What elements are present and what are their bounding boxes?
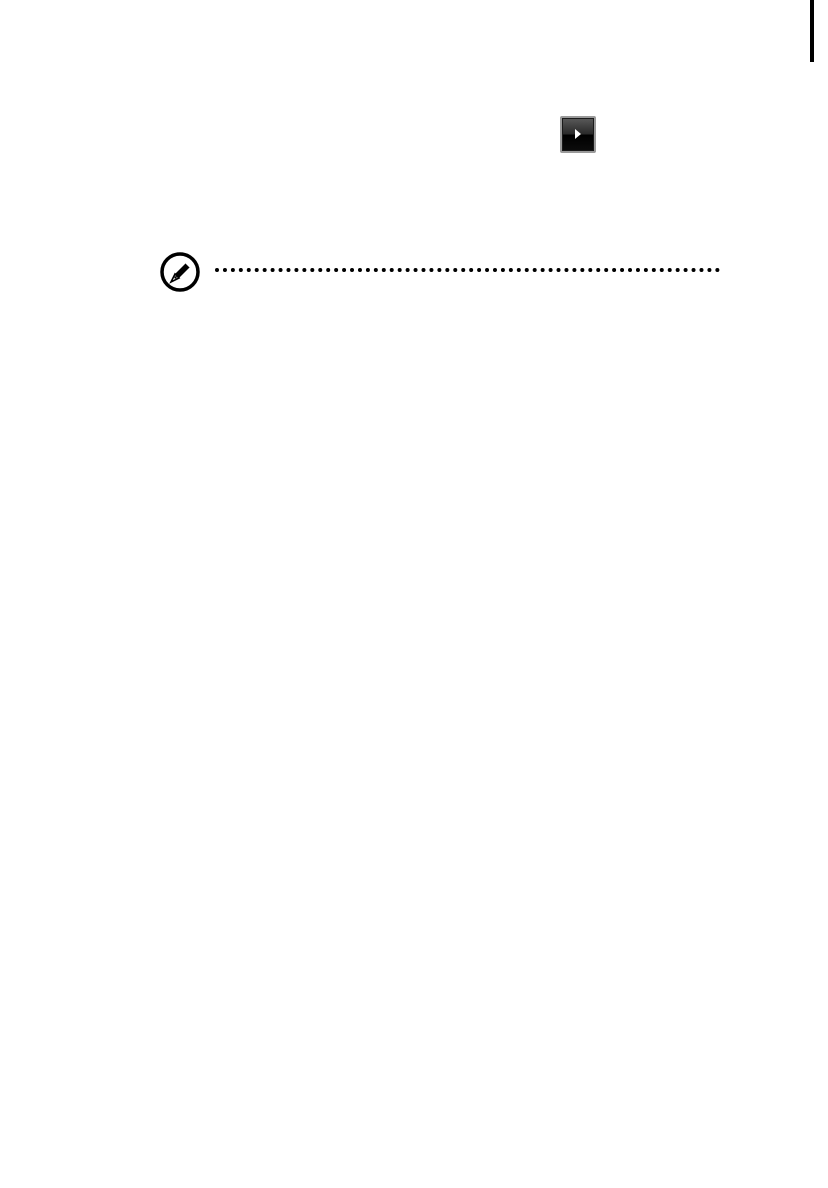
play-button[interactable] [560,116,596,153]
play-icon [575,129,581,139]
note-dotted-divider [215,268,720,272]
note-pen-icon [160,252,200,292]
chapter-edge-tab [810,0,814,62]
manual-page [0,0,828,1188]
